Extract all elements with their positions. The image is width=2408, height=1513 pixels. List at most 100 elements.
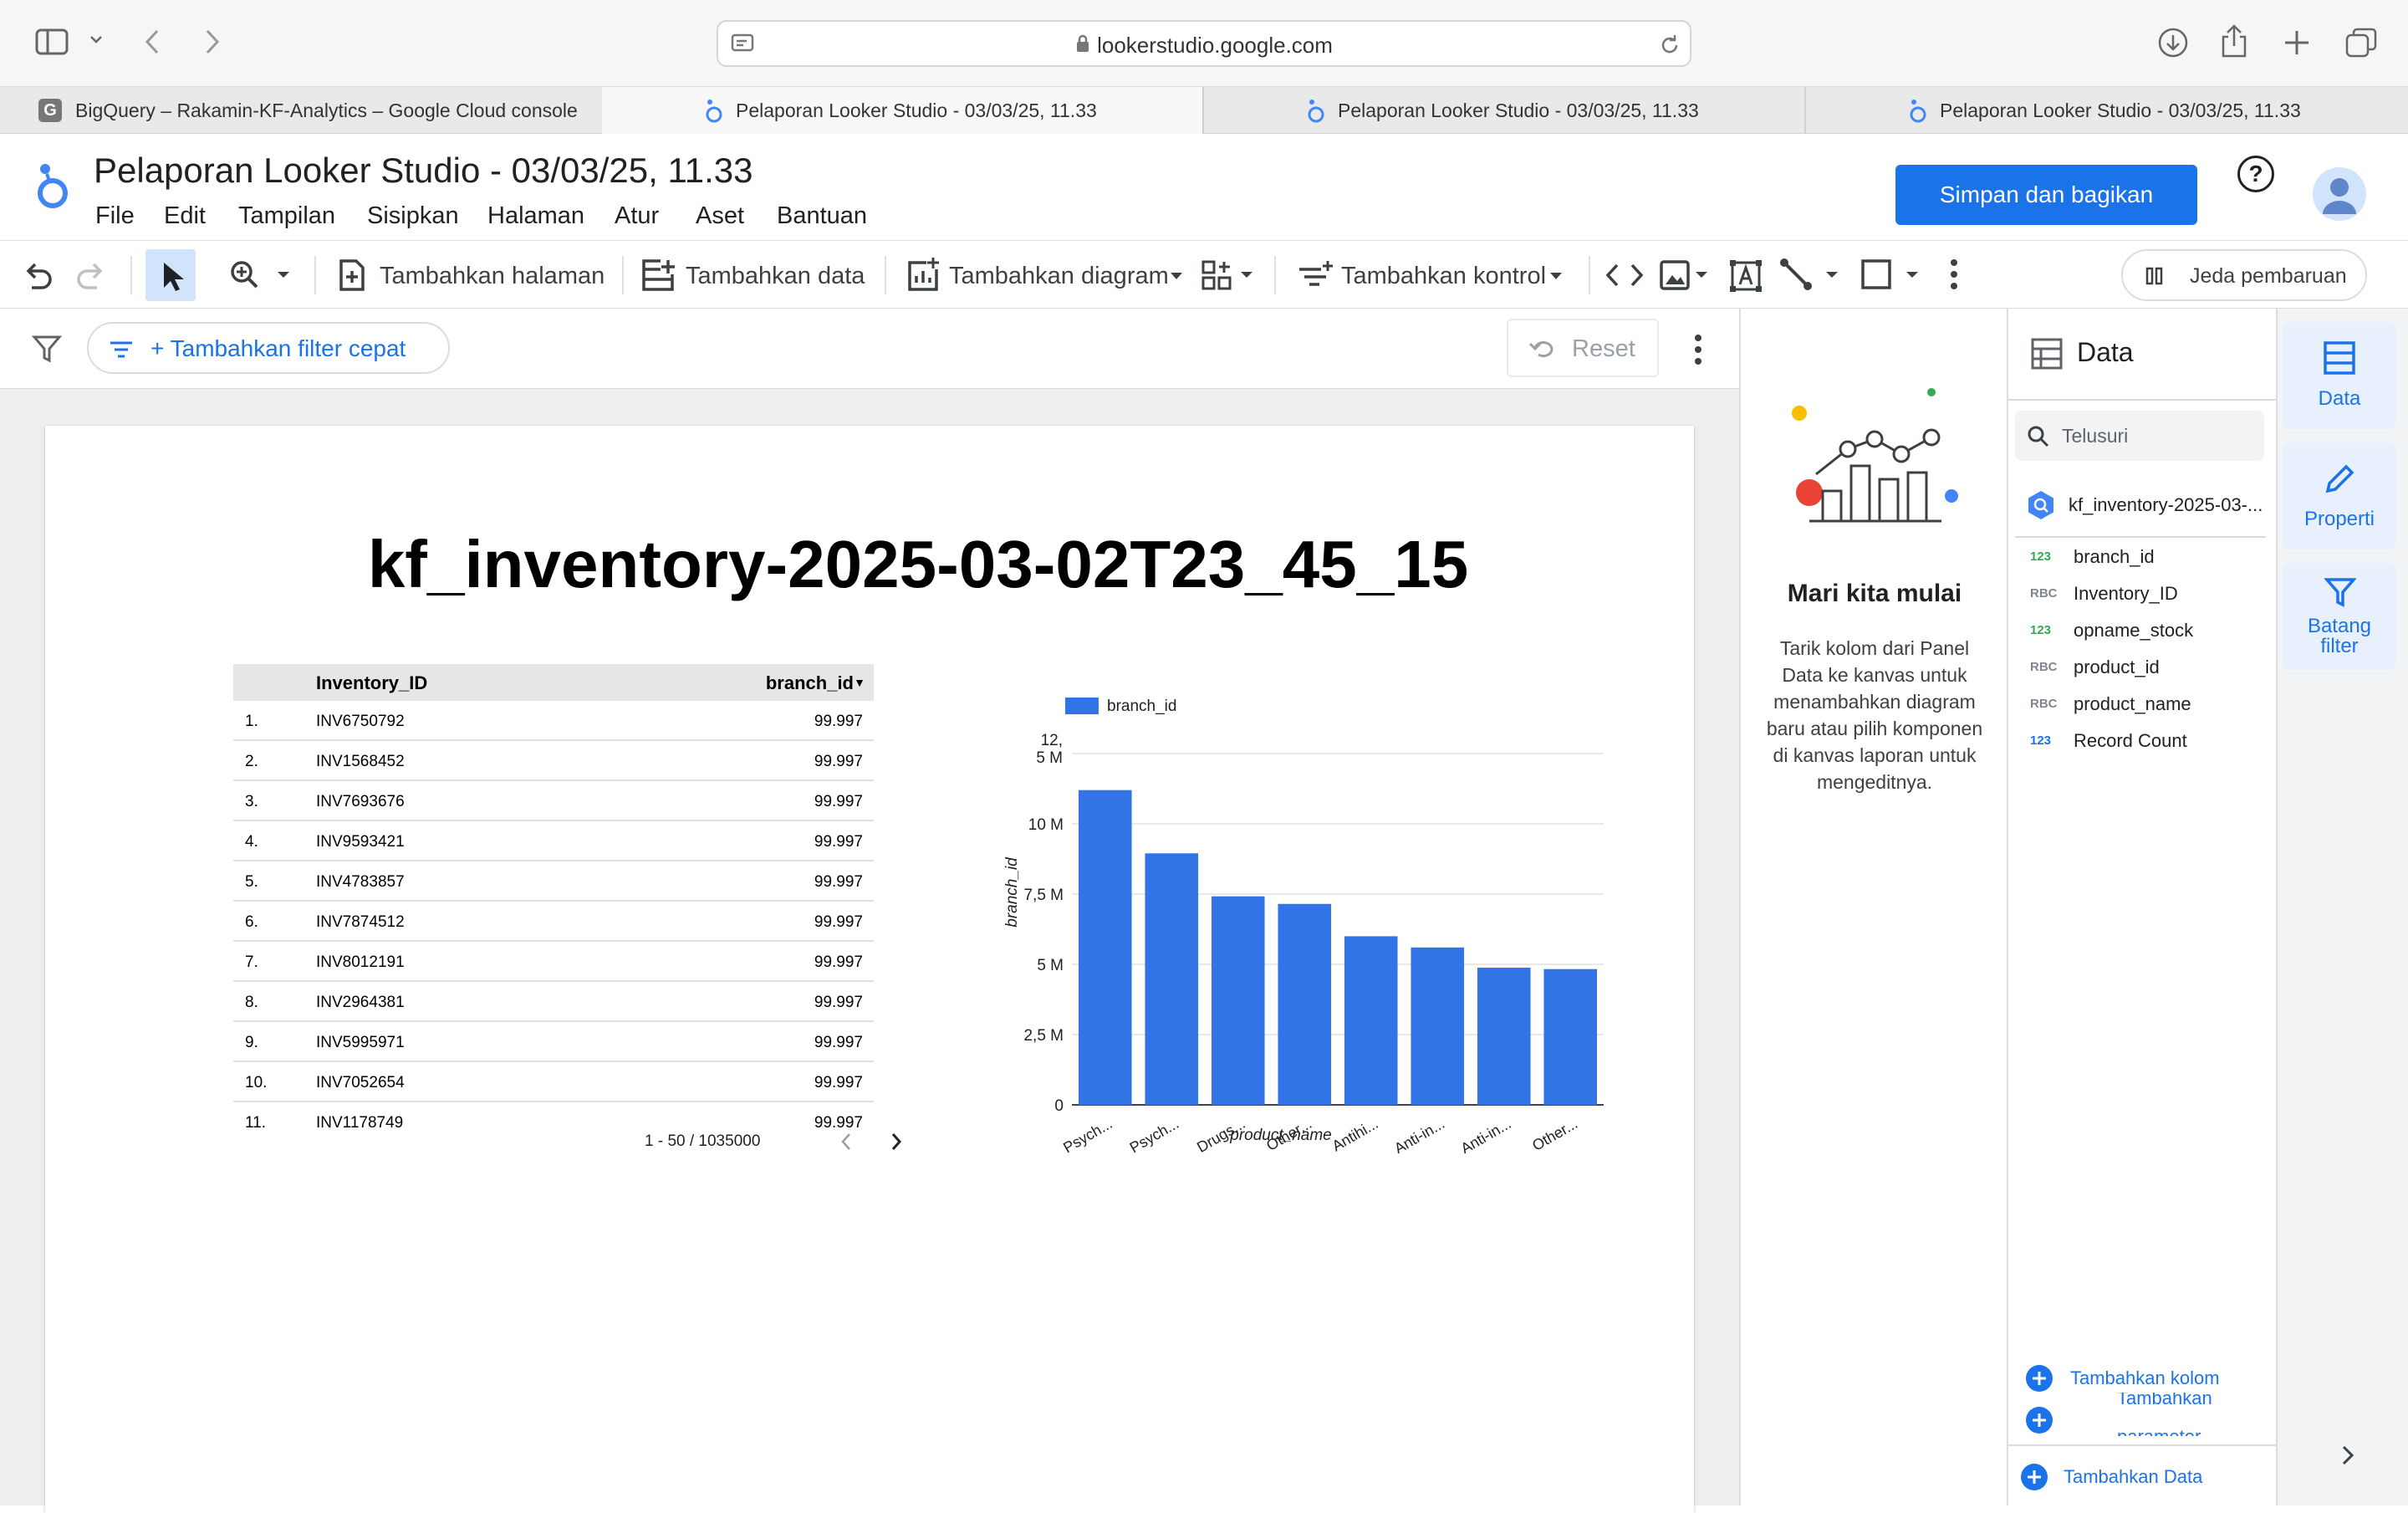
menu-atur[interactable]: Atur	[615, 202, 659, 230]
bar[interactable]	[1145, 853, 1199, 1105]
chevron-right-icon[interactable]	[2341, 1444, 2354, 1466]
cell-branch-id: 99.997	[814, 953, 863, 971]
add-parameter-label-2: parameter	[2117, 1426, 2201, 1436]
code-embed-icon[interactable]	[1605, 263, 1644, 288]
chevron-down-icon[interactable]	[89, 33, 104, 45]
menu-aset[interactable]: Aset	[696, 202, 744, 230]
menu-bantuan[interactable]: Bantuan	[777, 202, 867, 230]
forward-icon[interactable]	[204, 28, 221, 55]
avatar[interactable]	[2313, 167, 2366, 221]
tab-label: Pelaporan Looker Studio - 03/03/25, 11.3…	[736, 100, 1097, 121]
image-icon[interactable]	[1659, 259, 1711, 291]
add-data-icon[interactable]	[640, 258, 677, 293]
chevron-down-icon[interactable]	[1548, 271, 1564, 281]
data-source-item[interactable]: kf_inventory-2025-03-...	[2008, 486, 2276, 523]
undo-icon[interactable]	[22, 261, 54, 289]
save-and-share-button[interactable]: Simpan dan bagikan	[1895, 165, 2197, 225]
reset-button[interactable]: Reset	[1507, 319, 1659, 377]
x-axis-title: product_name	[1229, 1127, 1331, 1144]
add-circle-icon[interactable]	[2025, 1406, 2053, 1434]
search-field[interactable]: Telusuri	[2015, 411, 2264, 461]
column-header-inventory-id[interactable]: Inventory_ID	[316, 672, 427, 694]
add-field-link[interactable]: Tambahkan kolom	[2070, 1367, 2220, 1389]
pause-updates-button[interactable]: Jeda pembaruan	[2121, 249, 2367, 301]
tab-overview-icon[interactable]	[2344, 27, 2378, 59]
field-item[interactable]: RBC Inventory_ID	[2008, 576, 2276, 613]
bar[interactable]	[1411, 947, 1465, 1105]
row-number: 4.	[245, 833, 258, 851]
chevron-down-icon[interactable]	[1169, 271, 1184, 281]
filter-icon[interactable]	[32, 334, 62, 364]
column-header-branch-id[interactable]: branch_id	[766, 672, 854, 694]
field-item[interactable]: RBC product_name	[2008, 687, 2276, 723]
add-data-button[interactable]: Tambahkan data	[686, 263, 865, 290]
menu-sisipkan[interactable]: Sisipkan	[367, 202, 459, 230]
rail-properties-button[interactable]: Properti	[2283, 442, 2396, 549]
more-vert-icon[interactable]	[1950, 258, 1958, 291]
field-item[interactable]: 123 opname_stock	[2008, 613, 2276, 650]
add-circle-icon[interactable]	[2020, 1463, 2048, 1491]
bar-chart[interactable]: 0 2,5 M5 M 7,5 M 10 M Psych... Psych... Drugs.…	[948, 685, 1634, 1153]
cell-branch-id: 99.997	[814, 1074, 863, 1091]
menu-edit[interactable]: Edit	[164, 202, 206, 230]
filter-bar: + Tambahkan filter cepat Reset	[0, 309, 1739, 389]
add-chart-icon[interactable]	[906, 258, 940, 293]
bar[interactable]	[1543, 969, 1598, 1105]
report-page[interactable]: kf_inventory-2025-03-02T23_45_15 Invento…	[45, 426, 1694, 1513]
menu-file[interactable]: File	[95, 202, 135, 230]
sidebar-toggle-icon[interactable]	[35, 28, 69, 55]
report-title[interactable]: kf_inventory-2025-03-02T23_45_15	[45, 526, 1791, 603]
share-icon[interactable]	[2219, 23, 2249, 59]
reload-icon[interactable]	[1658, 33, 1681, 57]
y-tick-top-label: 12,	[1041, 732, 1063, 749]
tab-bigquery[interactable]: G BigQuery – Rakamin-KF-Analytics – Goog…	[0, 87, 628, 134]
bar[interactable]	[1078, 790, 1132, 1105]
redo-icon[interactable]	[75, 261, 107, 289]
y-tick-label: 7,5 M	[1023, 887, 1064, 904]
menu-halaman[interactable]: Halaman	[487, 202, 584, 230]
add-circle-icon[interactable]	[2025, 1364, 2053, 1393]
new-tab-icon[interactable]	[2283, 28, 2311, 57]
more-vert-icon[interactable]	[1694, 334, 1702, 365]
report-name[interactable]: Pelaporan Looker Studio - 03/03/25, 11.3…	[94, 151, 752, 191]
text-box-icon[interactable]	[1729, 259, 1763, 293]
sort-desc-icon[interactable]: ▼	[854, 676, 865, 689]
looker-studio-logo-icon[interactable]	[35, 162, 70, 211]
prev-page-icon[interactable]	[840, 1132, 852, 1151]
field-item[interactable]: 123 Record Count	[2008, 723, 2276, 760]
rail-filter-bar-button[interactable]: Batang filter	[2283, 563, 2396, 670]
bar[interactable]	[1278, 903, 1332, 1105]
next-page-icon[interactable]	[890, 1132, 902, 1151]
community-visualizations-icon[interactable]	[1201, 259, 1258, 293]
cursor-icon	[164, 263, 184, 291]
add-control-button[interactable]: Tambahkan kontrol	[1341, 263, 1546, 290]
add-quick-filter-button[interactable]: + Tambahkan filter cepat	[87, 322, 450, 374]
line-icon[interactable]	[1779, 258, 1843, 293]
bar[interactable]	[1477, 968, 1531, 1105]
help-icon[interactable]: ?	[2237, 156, 2274, 192]
add-data-link[interactable]: Tambahkan Data	[2064, 1466, 2202, 1488]
add-control-icon[interactable]	[1298, 259, 1334, 291]
shape-icon[interactable]	[1860, 258, 1923, 293]
y-tick-label: 5 M	[1037, 957, 1064, 974]
field-item[interactable]: RBC product_id	[2008, 650, 2276, 687]
field-item[interactable]: 123 branch_id	[2008, 539, 2276, 576]
add-page-button[interactable]: Tambahkan halaman	[380, 263, 605, 290]
bar[interactable]	[1211, 896, 1265, 1105]
address-bar[interactable]: lookerstudio.google.com	[717, 20, 1691, 67]
data-panel-icon	[2030, 337, 2064, 371]
download-icon[interactable]	[2157, 27, 2189, 59]
zoom-icon[interactable]	[229, 259, 293, 291]
select-tool-button[interactable]	[145, 249, 196, 301]
add-chart-button[interactable]: Tambahkan diagram	[949, 263, 1169, 290]
bar[interactable]	[1344, 936, 1398, 1105]
back-icon[interactable]	[144, 28, 161, 55]
tab-looker-2[interactable]: Pelaporan Looker Studio - 03/03/25, 11.3…	[1204, 87, 1806, 134]
tab-looker-3[interactable]: Pelaporan Looker Studio - 03/03/25, 11.3…	[1806, 87, 2408, 134]
add-page-icon[interactable]	[338, 258, 366, 293]
rail-data-button[interactable]: Data	[2283, 322, 2396, 429]
add-parameter-link[interactable]: Tambahkan parameter	[2070, 1393, 2271, 1436]
menu-tampilan[interactable]: Tampilan	[238, 202, 335, 230]
tab-looker-active[interactable]: Pelaporan Looker Studio - 03/03/25, 11.3…	[602, 87, 1204, 134]
data-table[interactable]: Inventory_ID branch_id ▼ 1. INV6750792 99.…	[233, 664, 874, 1142]
